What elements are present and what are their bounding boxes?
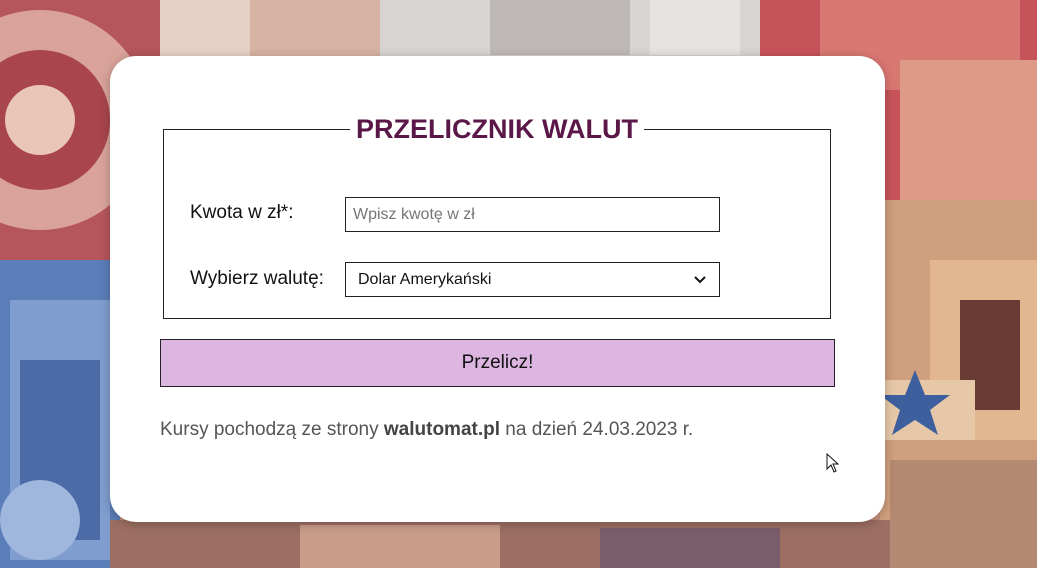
converter-card: PRZELICZNIK WALUT Kwota w zł*: Wybierz w… bbox=[110, 56, 885, 522]
currency-selected-value: Dolar Amerykański bbox=[358, 270, 492, 288]
converter-fieldset: PRZELICZNIK WALUT Kwota w zł*: Wybierz w… bbox=[163, 114, 831, 319]
note-prefix: Kursy pochodzą ze strony bbox=[160, 419, 384, 440]
rates-source-name: walutomat.pl bbox=[383, 419, 501, 440]
amount-label: Kwota w zł*: bbox=[190, 202, 294, 223]
chevron-down-icon bbox=[694, 275, 706, 283]
currency-label: Wybierz walutę: bbox=[190, 268, 324, 289]
form-title: PRZELICZNIK WALUT bbox=[356, 114, 638, 144]
amount-input[interactable] bbox=[345, 197, 720, 232]
rates-source-note: Kursy pochodzą ze strony walutomat.pl na… bbox=[160, 419, 693, 441]
mouse-pointer-icon bbox=[826, 453, 840, 473]
note-suffix: na dzień 24.03.2023 r. bbox=[500, 419, 694, 440]
currency-select[interactable]: Dolar Amerykański bbox=[345, 262, 720, 297]
convert-button[interactable]: Przelicz! bbox=[160, 339, 835, 387]
